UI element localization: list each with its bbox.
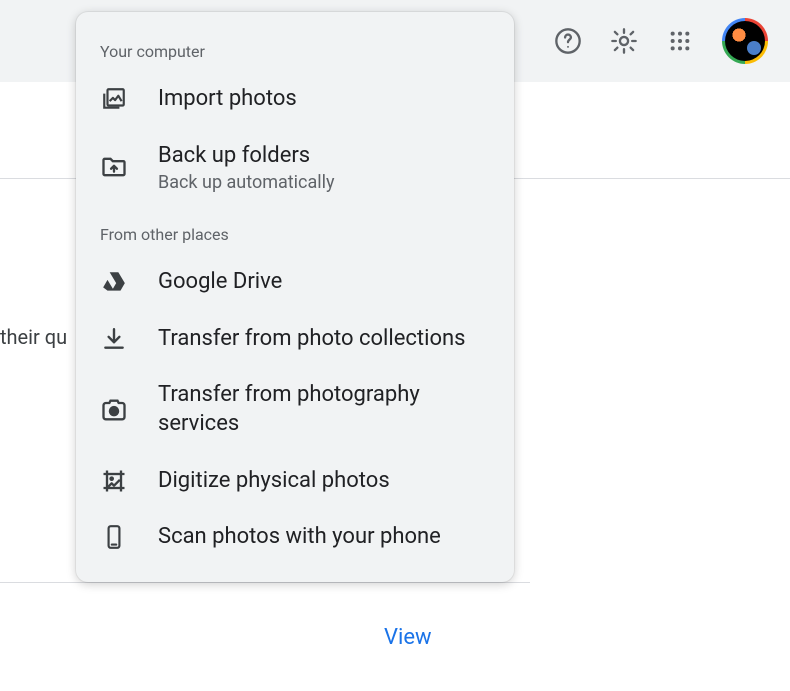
divider [0, 582, 530, 583]
section-label-computer: Your computer [76, 24, 514, 71]
download-icon [100, 325, 128, 353]
photo-frame-icon [100, 467, 128, 495]
settings-icon[interactable] [610, 27, 638, 55]
menu-label: Transfer from photography services [158, 381, 490, 438]
camera-icon [100, 396, 128, 424]
menu-item-scan-phone[interactable]: Scan photos with your phone [76, 509, 514, 566]
menu-item-transfer-services[interactable]: Transfer from photography services [76, 367, 514, 452]
menu-item-google-drive[interactable]: Google Drive [76, 254, 514, 311]
menu-item-import-photos[interactable]: Import photos [76, 71, 514, 128]
apps-grid-icon[interactable] [666, 27, 694, 55]
help-icon[interactable] [554, 27, 582, 55]
menu-label: Scan photos with your phone [158, 523, 441, 552]
menu-item-digitize[interactable]: Digitize physical photos [76, 453, 514, 510]
account-avatar[interactable] [722, 18, 768, 64]
menu-label: Import photos [158, 85, 297, 114]
google-drive-icon [100, 268, 128, 296]
menu-item-transfer-collections[interactable]: Transfer from photo collections [76, 311, 514, 368]
menu-label: Back up folders [158, 142, 335, 171]
view-link[interactable]: View [384, 625, 432, 650]
background-text-fragment: their qu [0, 325, 67, 349]
phone-icon [100, 523, 128, 551]
section-label-other: From other places [76, 207, 514, 254]
menu-label: Transfer from photo collections [158, 325, 466, 354]
menu-item-backup-folders[interactable]: Back up folders Back up automatically [76, 128, 514, 208]
folder-upload-icon [100, 153, 128, 181]
import-menu-popup: Your computer Import photos Back up fold… [76, 12, 514, 582]
menu-sublabel: Back up automatically [158, 172, 335, 193]
menu-label: Google Drive [158, 268, 282, 297]
image-stack-icon [100, 85, 128, 113]
menu-label: Digitize physical photos [158, 467, 390, 496]
